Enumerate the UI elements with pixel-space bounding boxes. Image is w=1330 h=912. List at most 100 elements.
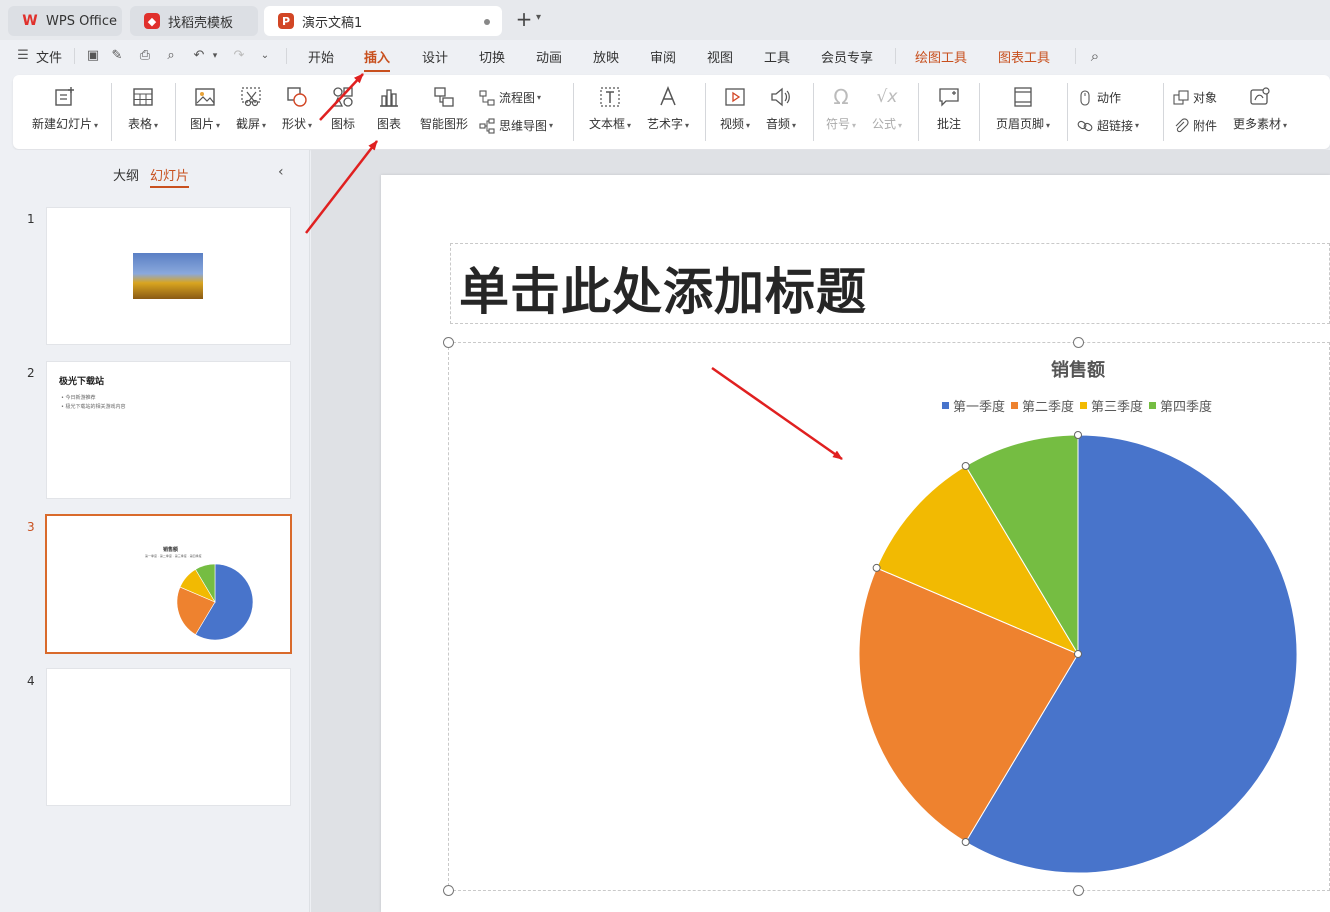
chart-title[interactable]: 销售额 (1040, 356, 1116, 382)
icon-label: 图标 (330, 117, 355, 131)
menu-member[interactable]: 会员专享 (821, 47, 873, 66)
thumb-bullet: • 今日新游推荐 (61, 395, 96, 401)
tab-label: 演示文稿1 (302, 15, 363, 31)
picture-icon (193, 85, 217, 109)
audio-label: 音频 (765, 117, 790, 131)
smart-graphic-button[interactable]: 智能图形 (415, 75, 473, 132)
tulip-photo (133, 253, 203, 299)
slide-thumbnail-4[interactable] (46, 668, 291, 806)
object-icon (1173, 89, 1189, 106)
menu-review[interactable]: 审阅 (650, 47, 676, 66)
save-icon[interactable]: ▣ (84, 47, 102, 65)
menu-insert[interactable]: 插入 (364, 47, 391, 72)
new-slide-label: 新建幻灯片 (31, 117, 92, 131)
menu-file[interactable]: 文件 (36, 47, 62, 66)
tab-document[interactable]: P 演示文稿1 (264, 6, 502, 36)
symbol-button[interactable]: Ω 符号 ▾ (819, 75, 863, 132)
slide-thumbnail-1[interactable] (46, 207, 291, 345)
resize-handle-bottom[interactable] (1073, 885, 1084, 896)
icon-button[interactable]: 图标 (323, 75, 363, 132)
menu-view[interactable]: 视图 (707, 47, 733, 66)
slide-number-3: 3 (27, 520, 35, 534)
new-tab-button[interactable]: + (512, 8, 536, 32)
more-assets-button[interactable]: 更多素材 ▾ (1227, 75, 1293, 132)
slide-thumbnail-3[interactable]: 销售额 第一季度 · 第二季度 · 第三季度 · 第四季度 (45, 514, 292, 654)
menu-design[interactable]: 设计 (422, 47, 448, 66)
comment-icon (937, 85, 961, 109)
shape-icon (285, 85, 309, 109)
menu-start[interactable]: 开始 (308, 47, 334, 66)
menu-drawing-tools[interactable]: 绘图工具 (915, 47, 967, 66)
symbol-label: 符号 (825, 117, 850, 131)
legend-label: 第三季度 (1091, 400, 1144, 415)
video-icon (723, 85, 747, 109)
textbox-button[interactable]: 文本框 ▾ (583, 75, 637, 132)
collapse-chevron-icon[interactable]: ‹ (278, 164, 284, 180)
menu-chart-tools[interactable]: 图表工具 (998, 47, 1050, 66)
legend-swatch (942, 402, 949, 409)
mindmap-button[interactable]: 思维导图 ▾ (479, 117, 553, 134)
more-chevron-icon[interactable]: ⌄ (256, 47, 274, 65)
attachment-button[interactable]: 附件 (1173, 117, 1217, 134)
legend-item: 第三季度 (1080, 396, 1143, 415)
resize-handle-tl[interactable] (443, 337, 454, 348)
hyperlink-label: 超链接 (1097, 119, 1134, 133)
presentation-icon: P (278, 13, 294, 29)
flowchart-button[interactable]: 流程图 ▾ (479, 89, 541, 106)
format-painter-icon[interactable]: ✎ (108, 47, 126, 65)
comment-button[interactable]: 批注 (927, 75, 971, 132)
action-button[interactable]: 动作 (1077, 89, 1121, 106)
print-icon[interactable]: ⎙ (136, 47, 154, 65)
video-label: 视频 (719, 117, 744, 131)
mouse-icon (1077, 89, 1093, 106)
menu-tools[interactable]: 工具 (764, 47, 790, 66)
chart-legend[interactable]: 第一季度 第二季度 第三季度 第四季度 (942, 396, 1218, 415)
tab-wps-office[interactable]: W WPS Office (8, 6, 122, 36)
slide-thumbnail-2[interactable]: 极光下载站 • 今日新游推荐 • 极光下载站的相关游戏内容 (46, 361, 291, 499)
attachment-label: 附件 (1193, 119, 1218, 133)
thumb-title: 极光下载站 (59, 377, 105, 387)
picture-button[interactable]: 图片 ▾ (183, 75, 227, 132)
screenshot-button[interactable]: 截屏 ▾ (229, 75, 273, 132)
new-slide-button[interactable]: 新建幻灯片 ▾ (27, 75, 103, 132)
object-button[interactable]: 对象 (1173, 89, 1217, 106)
formula-button[interactable]: √x 公式 ▾ (865, 75, 909, 132)
audio-button[interactable]: 音频 ▾ (759, 75, 803, 132)
chart-button[interactable]: 图表 (369, 75, 409, 132)
menu-transition[interactable]: 切换 (479, 47, 505, 66)
tab-label: WPS Office (46, 13, 118, 29)
slides-tab[interactable]: 幻灯片 (150, 165, 190, 188)
object-label: 对象 (1193, 91, 1218, 105)
outline-tab[interactable]: 大纲 (113, 165, 139, 184)
title-tab-bar: W WPS Office ◆ 找稻壳模板 P 演示文稿1 + ▾ (0, 0, 1330, 40)
screenshot-label: 截屏 (235, 117, 260, 131)
header-footer-button[interactable]: 页眉页脚 ▾ (987, 75, 1059, 132)
video-button[interactable]: 视频 ▾ (713, 75, 757, 132)
tab-template-store[interactable]: ◆ 找稻壳模板 (130, 6, 258, 36)
search-icon[interactable]: ⌕ (1086, 47, 1104, 65)
hyperlink-button[interactable]: 超链接 ▾ (1077, 117, 1139, 134)
thumb-pie-chart (176, 563, 254, 641)
mindmap-icon (479, 117, 495, 134)
flowchart-label: 流程图 (499, 91, 536, 105)
wordart-button[interactable]: 艺术字 ▾ (641, 75, 695, 132)
menu-animation[interactable]: 动画 (536, 47, 562, 66)
smart-graphic-icon (432, 85, 456, 109)
menu-slideshow[interactable]: 放映 (593, 47, 619, 66)
undo-chevron-icon[interactable]: ▾ (206, 47, 224, 65)
resize-handle-top[interactable] (1073, 337, 1084, 348)
omega-icon: Ω (833, 85, 849, 109)
slide-title[interactable]: 单击此处添加标题 (459, 252, 867, 324)
resize-handle-bl[interactable] (443, 885, 454, 896)
mindmap-label: 思维导图 (499, 119, 548, 133)
comment-label: 批注 (936, 117, 961, 131)
hamburger-icon[interactable]: ☰ (14, 47, 32, 65)
table-button[interactable]: 表格 ▾ (121, 75, 165, 132)
redo-icon[interactable]: ↷ (230, 47, 248, 65)
print-preview-icon[interactable]: ⌕ (162, 47, 180, 65)
scissors-icon (239, 85, 263, 109)
icon-library-icon (331, 85, 355, 109)
legend-swatch (1080, 402, 1088, 409)
tab-list-chevron-icon[interactable]: ▾ (536, 12, 541, 23)
shape-button[interactable]: 形状 ▾ (275, 75, 319, 132)
